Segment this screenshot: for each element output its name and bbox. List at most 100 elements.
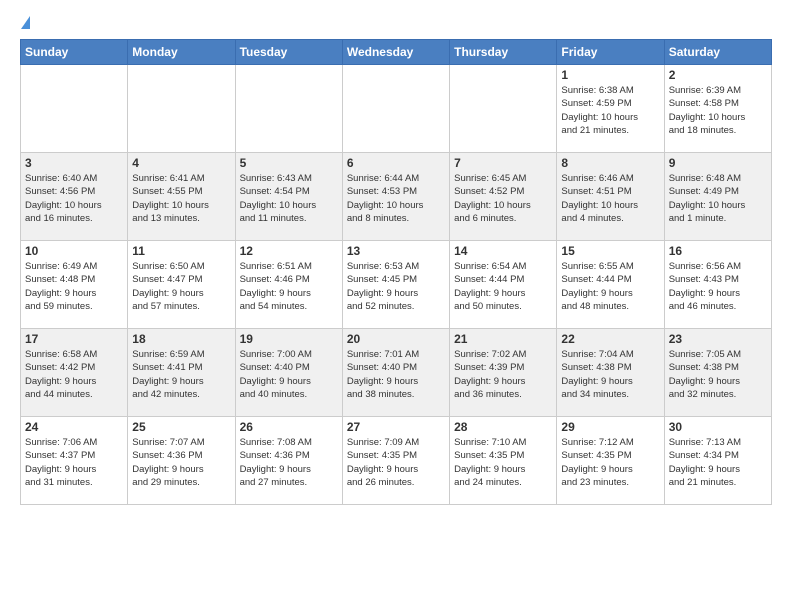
calendar-day-cell bbox=[21, 65, 128, 153]
day-info: Sunrise: 6:38 AM Sunset: 4:59 PM Dayligh… bbox=[561, 84, 659, 137]
header bbox=[20, 16, 772, 31]
day-number: 11 bbox=[132, 244, 230, 258]
calendar-day-cell: 25 Sunrise: 7:07 AM Sunset: 4:36 PM Dayli… bbox=[128, 417, 235, 505]
day-number: 1 bbox=[561, 68, 659, 82]
calendar-day-cell: 19 Sunrise: 7:00 AM Sunset: 4:40 PM Dayli… bbox=[235, 329, 342, 417]
calendar-day-cell: 5 Sunrise: 6:43 AM Sunset: 4:54 PM Daylig… bbox=[235, 153, 342, 241]
weekday-header: Saturday bbox=[664, 40, 771, 65]
day-number: 27 bbox=[347, 420, 445, 434]
page: SundayMondayTuesdayWednesdayThursdayFrid… bbox=[0, 0, 792, 525]
calendar-day-cell: 14 Sunrise: 6:54 AM Sunset: 4:44 PM Dayli… bbox=[450, 241, 557, 329]
day-info: Sunrise: 6:56 AM Sunset: 4:43 PM Dayligh… bbox=[669, 260, 767, 313]
calendar-week-row: 10Sunrise: 6:49 AM Sunset: 4:48 PM Dayli… bbox=[21, 241, 772, 329]
calendar-day-cell: 20 Sunrise: 7:01 AM Sunset: 4:40 PM Dayli… bbox=[342, 329, 449, 417]
day-number: 21 bbox=[454, 332, 552, 346]
day-info: Sunrise: 7:00 AM Sunset: 4:40 PM Dayligh… bbox=[240, 348, 338, 401]
day-number: 22 bbox=[561, 332, 659, 346]
day-info: Sunrise: 6:39 AM Sunset: 4:58 PM Dayligh… bbox=[669, 84, 767, 137]
calendar-day-cell: 16 Sunrise: 6:56 AM Sunset: 4:43 PM Dayli… bbox=[664, 241, 771, 329]
day-number: 30 bbox=[669, 420, 767, 434]
day-info: Sunrise: 6:54 AM Sunset: 4:44 PM Dayligh… bbox=[454, 260, 552, 313]
day-info: Sunrise: 6:44 AM Sunset: 4:53 PM Dayligh… bbox=[347, 172, 445, 225]
day-info: Sunrise: 6:45 AM Sunset: 4:52 PM Dayligh… bbox=[454, 172, 552, 225]
day-info: Sunrise: 7:02 AM Sunset: 4:39 PM Dayligh… bbox=[454, 348, 552, 401]
day-info: Sunrise: 7:06 AM Sunset: 4:37 PM Dayligh… bbox=[25, 436, 123, 489]
calendar-day-cell bbox=[450, 65, 557, 153]
calendar-day-cell: 24 Sunrise: 7:06 AM Sunset: 4:37 PM Dayli… bbox=[21, 417, 128, 505]
calendar-day-cell: 18 Sunrise: 6:59 AM Sunset: 4:41 PM Dayli… bbox=[128, 329, 235, 417]
day-number: 15 bbox=[561, 244, 659, 258]
weekday-header: Friday bbox=[557, 40, 664, 65]
calendar-table: SundayMondayTuesdayWednesdayThursdayFrid… bbox=[20, 39, 772, 505]
calendar-day-cell: 15 Sunrise: 6:55 AM Sunset: 4:44 PM Dayli… bbox=[557, 241, 664, 329]
calendar-day-cell: 30 Sunrise: 7:13 AM Sunset: 4:34 PM Dayli… bbox=[664, 417, 771, 505]
calendar-day-cell: 21 Sunrise: 7:02 AM Sunset: 4:39 PM Dayli… bbox=[450, 329, 557, 417]
day-number: 23 bbox=[669, 332, 767, 346]
day-info: Sunrise: 6:46 AM Sunset: 4:51 PM Dayligh… bbox=[561, 172, 659, 225]
day-number: 9 bbox=[669, 156, 767, 170]
day-number: 8 bbox=[561, 156, 659, 170]
calendar-day-cell: 28 Sunrise: 7:10 AM Sunset: 4:35 PM Dayli… bbox=[450, 417, 557, 505]
day-number: 24 bbox=[25, 420, 123, 434]
weekday-header: Tuesday bbox=[235, 40, 342, 65]
calendar-day-cell: 1 Sunrise: 6:38 AM Sunset: 4:59 PM Daylig… bbox=[557, 65, 664, 153]
day-info: Sunrise: 7:05 AM Sunset: 4:38 PM Dayligh… bbox=[669, 348, 767, 401]
calendar-day-cell: 27 Sunrise: 7:09 AM Sunset: 4:35 PM Dayli… bbox=[342, 417, 449, 505]
logo bbox=[20, 16, 30, 31]
day-number: 20 bbox=[347, 332, 445, 346]
day-info: Sunrise: 6:50 AM Sunset: 4:47 PM Dayligh… bbox=[132, 260, 230, 313]
day-number: 18 bbox=[132, 332, 230, 346]
calendar-day-cell: 23 Sunrise: 7:05 AM Sunset: 4:38 PM Dayli… bbox=[664, 329, 771, 417]
day-number: 29 bbox=[561, 420, 659, 434]
day-info: Sunrise: 6:40 AM Sunset: 4:56 PM Dayligh… bbox=[25, 172, 123, 225]
day-info: Sunrise: 6:55 AM Sunset: 4:44 PM Dayligh… bbox=[561, 260, 659, 313]
day-info: Sunrise: 7:04 AM Sunset: 4:38 PM Dayligh… bbox=[561, 348, 659, 401]
calendar-day-cell: 10Sunrise: 6:49 AM Sunset: 4:48 PM Dayli… bbox=[21, 241, 128, 329]
day-number: 5 bbox=[240, 156, 338, 170]
calendar-week-row: 1 Sunrise: 6:38 AM Sunset: 4:59 PM Daylig… bbox=[21, 65, 772, 153]
day-number: 7 bbox=[454, 156, 552, 170]
calendar-header: SundayMondayTuesdayWednesdayThursdayFrid… bbox=[21, 40, 772, 65]
day-number: 28 bbox=[454, 420, 552, 434]
day-info: Sunrise: 7:08 AM Sunset: 4:36 PM Dayligh… bbox=[240, 436, 338, 489]
day-info: Sunrise: 6:41 AM Sunset: 4:55 PM Dayligh… bbox=[132, 172, 230, 225]
calendar-day-cell: 29 Sunrise: 7:12 AM Sunset: 4:35 PM Dayli… bbox=[557, 417, 664, 505]
day-info: Sunrise: 7:07 AM Sunset: 4:36 PM Dayligh… bbox=[132, 436, 230, 489]
calendar-day-cell: 12Sunrise: 6:51 AM Sunset: 4:46 PM Dayli… bbox=[235, 241, 342, 329]
day-info: Sunrise: 6:43 AM Sunset: 4:54 PM Dayligh… bbox=[240, 172, 338, 225]
calendar-day-cell: 3Sunrise: 6:40 AM Sunset: 4:56 PM Daylig… bbox=[21, 153, 128, 241]
day-number: 4 bbox=[132, 156, 230, 170]
day-number: 16 bbox=[669, 244, 767, 258]
day-info: Sunrise: 7:01 AM Sunset: 4:40 PM Dayligh… bbox=[347, 348, 445, 401]
day-number: 14 bbox=[454, 244, 552, 258]
calendar-day-cell: 4 Sunrise: 6:41 AM Sunset: 4:55 PM Daylig… bbox=[128, 153, 235, 241]
day-info: Sunrise: 6:51 AM Sunset: 4:46 PM Dayligh… bbox=[240, 260, 338, 313]
day-number: 25 bbox=[132, 420, 230, 434]
calendar-week-row: 17 Sunrise: 6:58 AM Sunset: 4:42 PM Dayli… bbox=[21, 329, 772, 417]
weekday-header: Monday bbox=[128, 40, 235, 65]
calendar-week-row: 24 Sunrise: 7:06 AM Sunset: 4:37 PM Dayli… bbox=[21, 417, 772, 505]
calendar-day-cell bbox=[235, 65, 342, 153]
calendar-day-cell: 22 Sunrise: 7:04 AM Sunset: 4:38 PM Dayli… bbox=[557, 329, 664, 417]
day-number: 6 bbox=[347, 156, 445, 170]
day-info: Sunrise: 7:12 AM Sunset: 4:35 PM Dayligh… bbox=[561, 436, 659, 489]
day-number: 19 bbox=[240, 332, 338, 346]
logo-triangle-icon bbox=[21, 16, 30, 29]
day-info: Sunrise: 7:10 AM Sunset: 4:35 PM Dayligh… bbox=[454, 436, 552, 489]
calendar-day-cell bbox=[342, 65, 449, 153]
day-info: Sunrise: 6:59 AM Sunset: 4:41 PM Dayligh… bbox=[132, 348, 230, 401]
weekday-header: Sunday bbox=[21, 40, 128, 65]
calendar-day-cell: 8 Sunrise: 6:46 AM Sunset: 4:51 PM Daylig… bbox=[557, 153, 664, 241]
day-info: Sunrise: 6:58 AM Sunset: 4:42 PM Dayligh… bbox=[25, 348, 123, 401]
day-info: Sunrise: 7:09 AM Sunset: 4:35 PM Dayligh… bbox=[347, 436, 445, 489]
day-number: 17 bbox=[25, 332, 123, 346]
calendar-week-row: 3Sunrise: 6:40 AM Sunset: 4:56 PM Daylig… bbox=[21, 153, 772, 241]
calendar-day-cell: 9Sunrise: 6:48 AM Sunset: 4:49 PM Daylig… bbox=[664, 153, 771, 241]
day-number: 13 bbox=[347, 244, 445, 258]
calendar-day-cell: 11 Sunrise: 6:50 AM Sunset: 4:47 PM Dayli… bbox=[128, 241, 235, 329]
calendar-day-cell: 17 Sunrise: 6:58 AM Sunset: 4:42 PM Dayli… bbox=[21, 329, 128, 417]
calendar-day-cell: 6 Sunrise: 6:44 AM Sunset: 4:53 PM Daylig… bbox=[342, 153, 449, 241]
calendar-day-cell: 13Sunrise: 6:53 AM Sunset: 4:45 PM Dayli… bbox=[342, 241, 449, 329]
day-info: Sunrise: 7:13 AM Sunset: 4:34 PM Dayligh… bbox=[669, 436, 767, 489]
header-row: SundayMondayTuesdayWednesdayThursdayFrid… bbox=[21, 40, 772, 65]
